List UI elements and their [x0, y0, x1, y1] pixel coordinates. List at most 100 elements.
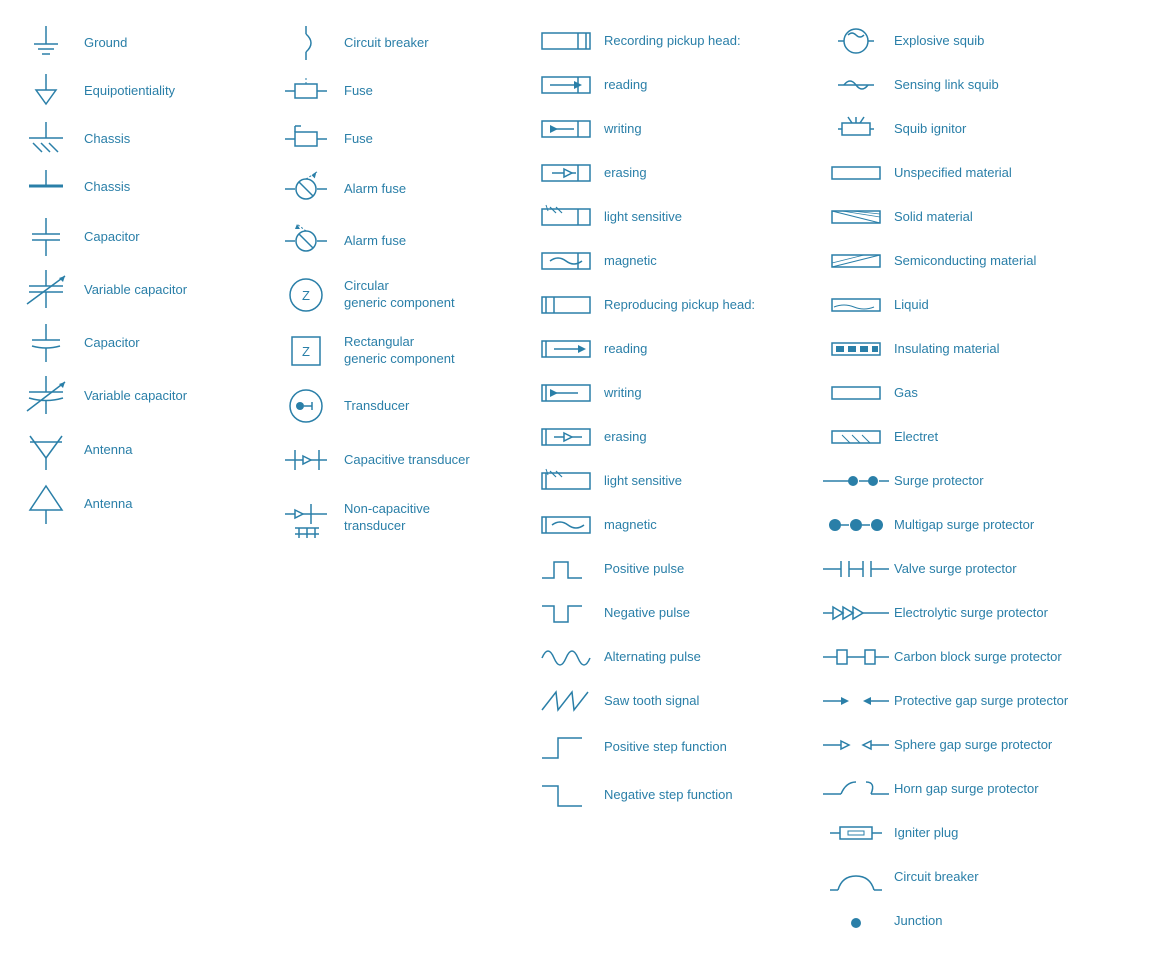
row-solid-material: Solid material — [820, 196, 1163, 238]
electrolytic-surge-protector-icon — [826, 599, 886, 627]
unspecified-material-icon — [826, 161, 886, 185]
rectangular-generic-label: Rectangulargeneric component — [344, 334, 455, 368]
negative-step-label: Negative step function — [604, 787, 733, 804]
row-horn-gap-surge-protector: Horn gap surge protector — [820, 768, 1163, 810]
capacitive-transducer-icon — [276, 438, 336, 482]
alarm-fuse1-icon — [276, 168, 336, 210]
protective-gap-surge-protector-label: Protective gap surge protector — [894, 693, 1068, 710]
row-magnetic1: magnetic — [530, 240, 820, 282]
insulating-material-label: Insulating material — [894, 341, 1000, 358]
row-recording-pickup-head: Recording pickup head: — [530, 20, 820, 62]
magnetic2-label: magnetic — [604, 517, 657, 534]
carbon-block-surge-protector-icon — [826, 642, 886, 672]
erasing1-label: erasing — [604, 165, 647, 182]
liquid-label: Liquid — [894, 297, 929, 314]
row-writing2: writing — [530, 372, 820, 414]
capacitor2-label: Capacitor — [84, 335, 140, 352]
capacitive-transducer-label: Capacitive transducer — [344, 452, 470, 469]
fuse1-label: Fuse — [344, 83, 373, 100]
magnetic2-icon — [536, 511, 596, 539]
row-chassis2: Chassis — [10, 164, 270, 210]
carbon-block-surge-protector-label: Carbon block surge protector — [894, 649, 1062, 666]
sensing-link-squib-label: Sensing link squib — [894, 77, 999, 94]
antenna2-icon — [16, 482, 76, 526]
ground-icon — [16, 24, 76, 62]
row-light-sensitive1: light sensitive — [530, 196, 820, 238]
capacitor1-label: Capacitor — [84, 229, 140, 246]
row-alternating-pulse: Alternating pulse — [530, 636, 820, 678]
recording-pickup-head-icon — [536, 27, 596, 55]
antenna1-icon — [16, 428, 76, 472]
saw-tooth-label: Saw tooth signal — [604, 693, 699, 710]
row-light-sensitive2: light sensitive — [530, 460, 820, 502]
igniter-plug-label: Igniter plug — [894, 825, 958, 842]
row-junction: Junction — [820, 900, 1163, 942]
explosive-squib-label: Explosive squib — [894, 33, 984, 50]
row-writing1: writing — [530, 108, 820, 150]
row-antenna2: Antenna — [10, 478, 270, 530]
writing1-label: writing — [604, 121, 642, 138]
writing2-icon — [536, 379, 596, 407]
circular-generic-label: Circulargeneric component — [344, 278, 455, 312]
row-circuit-breaker: Circuit breaker — [270, 20, 530, 66]
fuse2-label: Fuse — [344, 131, 373, 148]
row-erasing1: erasing — [530, 152, 820, 194]
valve-surge-protector-icon — [826, 555, 886, 583]
sphere-gap-surge-protector-label: Sphere gap surge protector — [894, 737, 1052, 754]
row-gas: Gas — [820, 372, 1163, 414]
row-positive-step: Positive step function — [530, 724, 820, 770]
gas-label: Gas — [894, 385, 918, 402]
positive-step-label: Positive step function — [604, 739, 727, 756]
row-fuse1: Fuse — [270, 68, 530, 114]
sensing-link-squib-icon — [826, 69, 886, 101]
svg-text:Z: Z — [302, 344, 310, 359]
alternating-pulse-label: Alternating pulse — [604, 649, 701, 666]
row-equipotientiality: Equipotientiality — [10, 68, 270, 114]
variable-capacitor2-icon — [16, 374, 76, 418]
variable-capacitor1-icon — [16, 268, 76, 312]
igniter-plug-icon — [826, 819, 886, 847]
negative-pulse-label: Negative pulse — [604, 605, 690, 622]
row-protective-gap-surge-protector: Protective gap surge protector — [820, 680, 1163, 722]
surge-protector-icon — [826, 469, 886, 493]
row-fuse2: Fuse — [270, 116, 530, 162]
column-1: Ground Equipotientiality — [10, 20, 270, 942]
horn-gap-surge-protector-label: Horn gap surge protector — [894, 781, 1039, 798]
variable-capacitor1-label: Variable capacitor — [84, 282, 187, 299]
rectangular-generic-icon: Z — [276, 329, 336, 373]
electret-label: Electret — [894, 429, 938, 446]
row-explosive-squib: Explosive squib — [820, 20, 1163, 62]
squib-ignitor-label: Squib ignitor — [894, 121, 966, 138]
row-unspecified-material: Unspecified material — [820, 152, 1163, 194]
semiconducting-material-label: Semiconducting material — [894, 253, 1036, 270]
positive-pulse-label: Positive pulse — [604, 561, 684, 578]
non-capacitive-transducer-label: Non-capacitivetransducer — [344, 501, 430, 535]
magnetic1-icon — [536, 247, 596, 275]
alarm-fuse2-icon — [276, 220, 336, 262]
antenna2-label: Antenna — [84, 496, 132, 513]
writing2-label: writing — [604, 385, 642, 402]
row-antenna1: Antenna — [10, 424, 270, 476]
alternating-pulse-icon — [536, 640, 596, 674]
liquid-icon — [826, 293, 886, 317]
gas-icon — [826, 381, 886, 405]
circuit-breaker-col4-icon — [826, 860, 886, 894]
erasing1-icon — [536, 159, 596, 187]
antenna1-label: Antenna — [84, 442, 132, 459]
erasing2-label: erasing — [604, 429, 647, 446]
solid-material-icon — [826, 205, 886, 229]
circuit-breaker-col4-label: Circuit breaker — [894, 869, 979, 886]
row-electret: Electret — [820, 416, 1163, 458]
row-alarm-fuse1: Alarm fuse — [270, 164, 530, 214]
row-multigap-surge-protector: Multigap surge protector — [820, 504, 1163, 546]
explosive-squib-icon — [826, 25, 886, 57]
solid-material-label: Solid material — [894, 209, 973, 226]
saw-tooth-icon — [536, 684, 596, 718]
row-igniter-plug: Igniter plug — [820, 812, 1163, 854]
row-ground: Ground — [10, 20, 270, 66]
reproducing-pickup-head-label: Reproducing pickup head: — [604, 297, 755, 314]
alarm-fuse1-label: Alarm fuse — [344, 181, 406, 198]
chassis1-icon — [16, 120, 76, 158]
light-sensitive2-label: light sensitive — [604, 473, 682, 490]
row-surge-protector: Surge protector — [820, 460, 1163, 502]
